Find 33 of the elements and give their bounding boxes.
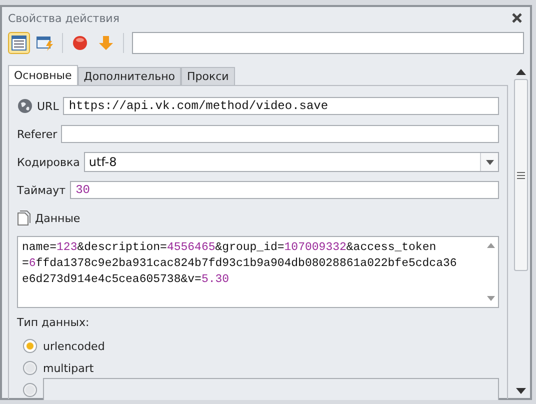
input-field[interactable]: https://api.vk.com/method/video.save: [62, 97, 499, 115]
toolbar-button[interactable]: [8, 32, 30, 54]
field-label: Таймаут: [17, 184, 66, 196]
scroll-up-icon[interactable]: [516, 69, 526, 75]
radio-button[interactable]: [23, 383, 37, 397]
input-field[interactable]: [43, 378, 499, 400]
search-field[interactable]: [132, 32, 524, 54]
scroll-down-icon[interactable]: [516, 388, 526, 394]
tab[interactable]: Прокси: [181, 67, 235, 85]
data-label: Данные: [35, 212, 80, 224]
radio-label: multipart: [43, 362, 94, 374]
input-field[interactable]: 30: [70, 181, 499, 199]
circle-icon: [72, 35, 88, 51]
window-title: Свойства действия: [8, 12, 120, 24]
tab[interactable]: Дополнительно: [78, 67, 181, 85]
radio-button[interactable]: [23, 361, 37, 375]
down-arrow-icon: [98, 35, 114, 51]
globe-icon: [17, 98, 33, 114]
radio-button[interactable]: [23, 339, 37, 353]
close-button[interactable]: [510, 11, 524, 25]
field-label: Referer: [17, 128, 58, 140]
input-field[interactable]: [61, 125, 499, 143]
tab[interactable]: Основные: [8, 65, 78, 85]
document-icon: [17, 210, 31, 226]
scrollbar-thumb[interactable]: [514, 79, 528, 271]
encoding-dropdown[interactable]: utf-8: [84, 152, 499, 172]
section-label: Тип данных:: [17, 316, 90, 329]
window-lightning-icon: [36, 35, 54, 51]
caret-icon[interactable]: [480, 153, 498, 171]
field-label: URL: [37, 100, 59, 112]
field-label: Кодировка: [17, 156, 80, 168]
radio-label: urlencoded: [43, 340, 105, 352]
table-icon: [11, 35, 27, 51]
